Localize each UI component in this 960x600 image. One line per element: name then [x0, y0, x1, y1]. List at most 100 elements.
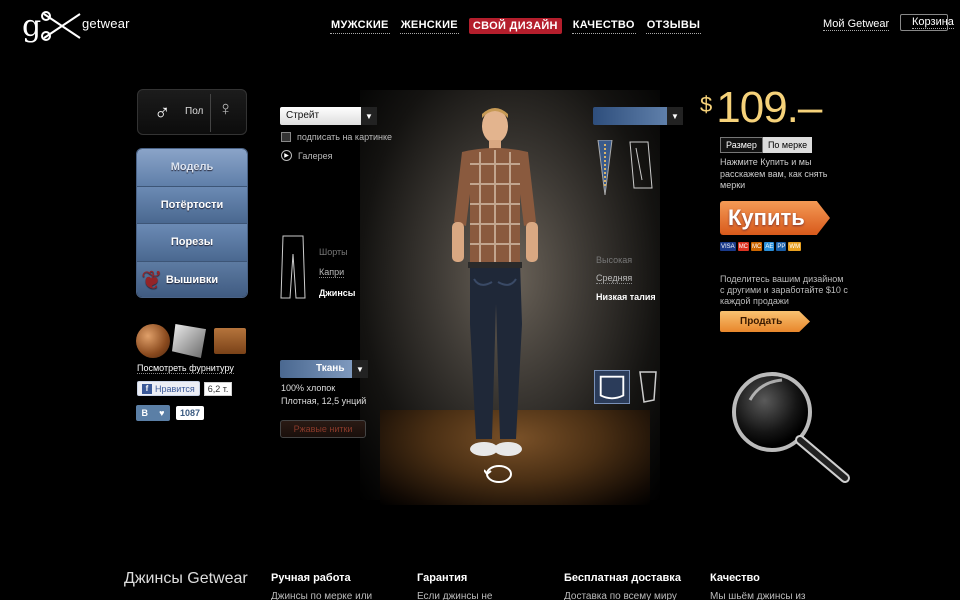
svg-text:g: g: [22, 9, 41, 44]
gender-label: Пол: [185, 106, 204, 117]
pocket-style-icon[interactable]: [594, 370, 630, 404]
payment-cards: VISA MC MC AE PP WM: [720, 242, 802, 251]
chevron-down-icon: ▼: [667, 107, 683, 125]
facebook-like-button[interactable]: f Нравится: [137, 381, 200, 396]
gallery-label: Галерея: [298, 150, 333, 161]
caption-checkbox-row[interactable]: подписать на картинке: [281, 132, 392, 142]
vk-icon: В: [141, 408, 149, 418]
footer-heading: Качество: [710, 572, 760, 584]
visa-icon: VISA: [720, 242, 736, 251]
male-icon[interactable]: ♂: [154, 100, 171, 126]
menu-item-distress[interactable]: Потёртости: [137, 186, 247, 224]
pocket-shape-icon[interactable]: [636, 370, 660, 404]
amex-icon: AE: [764, 242, 775, 251]
facebook-like-count: 6,2 т.: [203, 381, 233, 396]
length-options: Шорты Капри Джинсы: [319, 247, 355, 298]
chevron-down-icon: ▼: [352, 360, 368, 378]
rise-option-high[interactable]: Высокая: [596, 255, 656, 265]
footer-heading: Бесплатная доставка: [564, 572, 681, 584]
size-tabs: Размер По мерке: [720, 137, 813, 153]
footer-col-delivery: Бесплатная доставка Доставка по всему ми…: [564, 572, 694, 600]
nav-own-design[interactable]: СВОЙ ДИЗАЙН: [468, 18, 562, 34]
fabric-select[interactable]: Ткань ▼: [280, 360, 368, 378]
zipper-icon[interactable]: [596, 140, 614, 195]
denim-wash-select[interactable]: ▼: [593, 107, 683, 125]
mastercard-icon: MC: [737, 242, 750, 251]
menu-item-embroidery-label: Вышивки: [165, 273, 219, 286]
my-account-link[interactable]: Мой Getwear: [823, 18, 890, 31]
nav-women[interactable]: ЖЕНСКИЕ: [399, 18, 459, 34]
paypal-icon: PP: [776, 242, 787, 251]
nav-quality[interactable]: КАЧЕСТВО: [571, 18, 636, 34]
chevron-down-icon: ▼: [361, 107, 377, 125]
gender-switch: ♂ Пол ♀: [137, 89, 247, 135]
nav-men[interactable]: МУЖСКИЕ: [330, 18, 390, 34]
footer-title: Джинсы Getwear: [124, 570, 248, 587]
leather-patch-icon: [214, 328, 246, 354]
footer-col-guarantee: Гарантия Если джинсы не: [417, 572, 547, 600]
rivet-icon: [172, 324, 206, 358]
nav-reviews[interactable]: ОТЗЫВЫ: [645, 18, 702, 34]
share-note: Поделитесь вашим дизайном с другими и за…: [720, 274, 848, 306]
footer-text: Мы шьём джинсы из: [710, 591, 806, 600]
fit-select-value: Стрейт: [286, 110, 320, 121]
rise-option-mid[interactable]: Средняя: [596, 273, 633, 284]
rise-option-low[interactable]: Низкая талия: [596, 292, 656, 302]
rusty-thread-button[interactable]: Ржавые нитки: [280, 420, 366, 438]
menu-item-embroidery[interactable]: ❦ Вышивки: [137, 261, 247, 297]
footer-text: Доставка по всему миру: [564, 591, 677, 600]
footer-text: Джинсы по мерке или: [271, 591, 373, 600]
facebook-like: f Нравится 6,2 т.: [137, 381, 233, 396]
length-option-jeans[interactable]: Джинсы: [319, 288, 355, 298]
vk-like: В ♥ 1087: [136, 405, 205, 421]
design-menu: Модель Потёртости Порезы ❦ Вышивки: [136, 148, 248, 298]
caption-checkbox-label: подписать на картинке: [297, 132, 393, 142]
sell-button[interactable]: Продать: [720, 311, 810, 332]
maestro-icon: MC: [751, 242, 763, 251]
facebook-like-label: Нравится: [155, 383, 195, 394]
price-currency: $: [700, 92, 713, 117]
fabric-weight: Плотная, 12,5 унций: [281, 396, 367, 406]
fabric-composition: 100% хлопок: [281, 383, 336, 393]
size-note: Нажмите Купить и мы расскажем вам, как с…: [720, 157, 828, 190]
webmoney-icon: WM: [788, 242, 802, 251]
play-icon: ▶: [281, 150, 292, 161]
hardware-preview[interactable]: [136, 322, 248, 362]
logo-text[interactable]: getwear: [82, 16, 130, 31]
button-fly-icon[interactable]: [626, 140, 654, 190]
main-nav: МУЖСКИЕ ЖЕНСКИЕ СВОЙ ДИЗАЙН КАЧЕСТВО ОТЗ…: [330, 18, 702, 34]
tab-custom-fit[interactable]: По мерке: [762, 137, 813, 153]
cart-label: Корзина: [912, 16, 954, 29]
rotate-icon[interactable]: [484, 462, 514, 486]
facebook-icon: f: [142, 383, 152, 394]
footer-heading: Гарантия: [417, 572, 468, 584]
vk-like-count: 1087: [176, 406, 205, 420]
menu-item-model[interactable]: Модель: [137, 149, 247, 187]
fit-select[interactable]: Стрейт ▼: [280, 107, 377, 125]
length-option-shorts[interactable]: Шорты: [319, 247, 355, 257]
vk-like-button[interactable]: В ♥: [136, 405, 170, 421]
view-hardware-link[interactable]: Посмотреть фурнитуру: [137, 363, 234, 374]
price-value: 109.–: [716, 83, 822, 132]
gender-divider: [210, 94, 211, 132]
tab-size[interactable]: Размер: [720, 137, 763, 153]
gallery-link[interactable]: ▶ Галерея: [281, 150, 333, 161]
jeans-button-icon: [136, 324, 170, 358]
fabric-info: 100% хлопок Плотная, 12,5 унций: [281, 382, 366, 408]
pants-length-icon: [280, 235, 306, 299]
menu-item-cuts[interactable]: Порезы: [137, 224, 247, 262]
fabric-select-value: Ткань: [316, 363, 345, 374]
cart-button[interactable]: Корзина: [900, 14, 954, 31]
magnifier-icon[interactable]: [730, 370, 855, 485]
rise-options: Высокая Средняя Низкая талия: [596, 255, 656, 302]
caption-checkbox[interactable]: [281, 132, 291, 142]
buy-button[interactable]: Купить: [720, 201, 830, 235]
heart-icon: ♥: [159, 408, 165, 418]
model-figure: [452, 108, 538, 456]
footer-col-handmade: Ручная работа Джинсы по мерке или: [271, 572, 401, 600]
footer-text: Если джинсы не: [417, 591, 493, 600]
footer-col-quality: Качество Мы шьём джинсы из: [710, 572, 840, 600]
price: $ 109.–: [700, 83, 822, 132]
female-icon[interactable]: ♀: [218, 98, 233, 121]
length-option-capri[interactable]: Капри: [319, 267, 345, 278]
